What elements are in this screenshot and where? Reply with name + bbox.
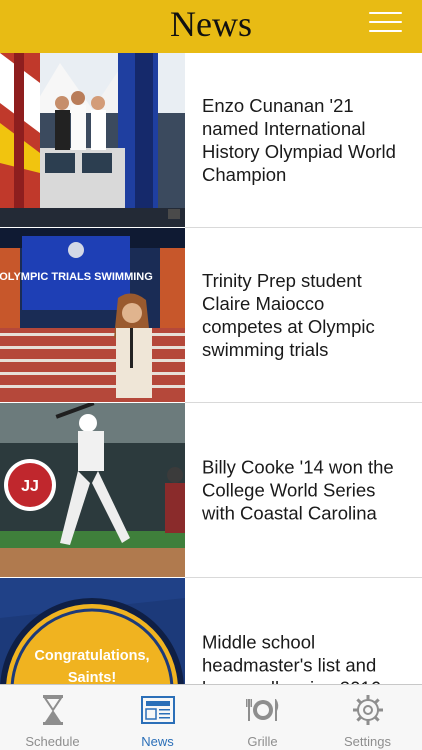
hamburger-menu-icon[interactable] <box>369 12 402 32</box>
page-title: News <box>170 4 252 44</box>
news-item-honor-roll[interactable]: Congratulations, Saints! Middle school h… <box>0 578 422 684</box>
tab-label: Grille <box>247 734 278 749</box>
header-bar: News <box>0 0 422 53</box>
congratulations-saints-graphic: Congratulations, Saints! <box>0 578 185 684</box>
tab-label: News <box>141 734 174 749</box>
newspaper-icon <box>140 693 176 727</box>
tab-news[interactable]: News <box>105 685 210 750</box>
baseball-batter-photo: JJ <box>0 403 185 577</box>
tab-label: Schedule <box>25 734 80 749</box>
olympiad-ceremony-photo <box>0 53 185 227</box>
hourglass-icon <box>35 693 71 727</box>
gear-icon <box>350 693 386 727</box>
bottom-tab-bar: Schedule News Grille Settings <box>0 684 422 750</box>
news-item-olympiad[interactable]: Enzo Cunanan '21 named International His… <box>0 53 422 228</box>
news-screen: News Enzo Cunanan '21 named Internationa… <box>0 0 422 750</box>
tab-schedule[interactable]: Schedule <box>0 685 105 750</box>
tab-grille[interactable]: Grille <box>210 685 315 750</box>
tab-label: Settings <box>344 734 391 749</box>
news-headline: Middle school headmaster's list and hono… <box>202 631 381 685</box>
news-item-swimming[interactable]: OLYMPIC TRIALS SWIMMING Trinity Prep stu… <box>0 228 422 403</box>
news-item-baseball[interactable]: JJ Billy Cooke '14 won the College World… <box>0 403 422 578</box>
graphic-text-2: Saints! <box>68 670 116 684</box>
plate-fork-knife-icon <box>245 693 281 727</box>
news-headline: Billy Cooke '14 won the College World Se… <box>202 456 394 524</box>
sign-text: JJ <box>21 478 39 495</box>
news-headline: Enzo Cunanan '21 named International His… <box>202 95 396 185</box>
graphic-text: Congratulations, <box>34 648 149 664</box>
news-headline: Trinity Prep student Claire Maiocco comp… <box>202 270 375 360</box>
tab-settings[interactable]: Settings <box>315 685 420 750</box>
sign-text: OLYMPIC TRIALS SWIMMING <box>0 271 153 283</box>
olympic-trials-swimming-photo: OLYMPIC TRIALS SWIMMING <box>0 228 185 402</box>
news-list[interactable]: Enzo Cunanan '21 named International His… <box>0 53 422 684</box>
